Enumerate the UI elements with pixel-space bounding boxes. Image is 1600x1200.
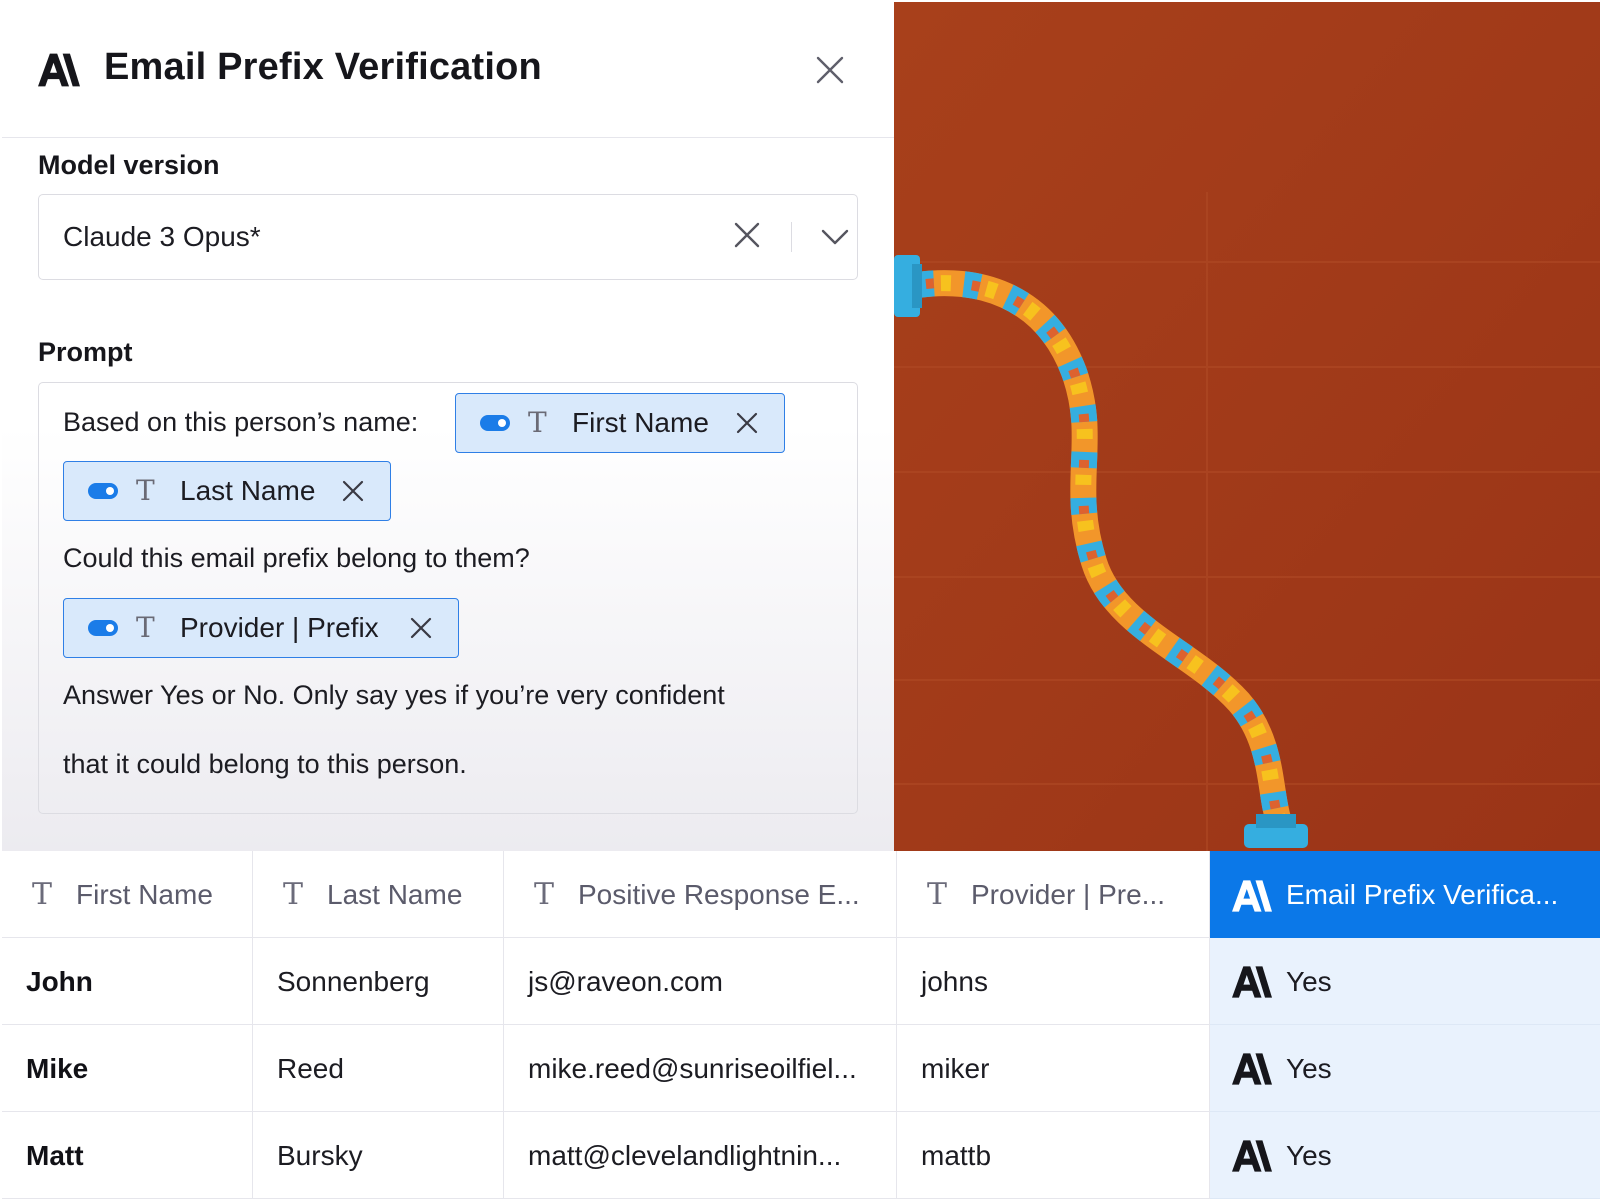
table-cell-verification[interactable]: Yes (1210, 1025, 1600, 1112)
table-cell-last-name[interactable]: Bursky (253, 1112, 504, 1199)
column-header-first-name[interactable]: T First Name (2, 851, 253, 938)
prompt-text-line: Based on this person’s name: (63, 407, 419, 437)
column-header-label: Positive Response E... (578, 879, 860, 910)
table-cell-email[interactable]: js@raveon.com (504, 938, 897, 1025)
prompt-text-line: Could this email prefix belong to them? (63, 543, 530, 573)
verification-result: Yes (1286, 966, 1332, 997)
column-header-label: First Name (76, 879, 213, 910)
column-header-label: Last Name (327, 879, 463, 910)
chip-label: First Name (572, 407, 709, 438)
column-header-positive-response-email[interactable]: T Positive Response E... (504, 851, 897, 938)
table-cell-verification[interactable]: Yes (1210, 938, 1600, 1025)
remove-chip-icon[interactable] (338, 476, 368, 506)
anthropic-logo-icon (1232, 1053, 1272, 1085)
toggle-icon[interactable] (480, 415, 510, 431)
column-header-last-name[interactable]: T Last Name (253, 851, 504, 938)
table-cell-verification[interactable]: Yes (1210, 1112, 1600, 1199)
close-icon (816, 56, 844, 84)
chip-label: Provider | Prefix (180, 612, 379, 643)
chevron-down-icon[interactable] (817, 219, 853, 255)
verification-result: Yes (1286, 1053, 1332, 1084)
table-cell-prefix[interactable]: mattb (897, 1112, 1210, 1199)
rope-illustration (894, 2, 1600, 851)
model-version-value: Claude 3 Opus* (63, 221, 261, 252)
column-header-provider-prefix[interactable]: T Provider | Pre... (897, 851, 1210, 938)
toggle-icon[interactable] (88, 620, 118, 636)
email-prefix-verification-panel: Email Prefix Verification Model version … (2, 2, 894, 851)
text-type-icon: T (528, 406, 547, 439)
verification-result: Yes (1286, 1140, 1332, 1171)
variable-chip-provider-prefix[interactable]: T Provider | Prefix (63, 598, 459, 658)
close-button[interactable] (812, 52, 848, 88)
prompt-text-line: that it could belong to this person. (63, 749, 467, 779)
table-cell-first-name[interactable]: John (2, 938, 253, 1025)
model-version-select[interactable]: Claude 3 Opus* (38, 194, 858, 280)
model-version-label: Model version (38, 150, 220, 180)
anthropic-logo-icon (1232, 966, 1272, 998)
table-cell-prefix[interactable]: johns (897, 938, 1210, 1025)
column-header-label: Provider | Pre... (971, 879, 1166, 910)
anthropic-logo-icon (1232, 1140, 1272, 1172)
text-type-icon: T (136, 474, 155, 507)
text-type-icon: T (927, 877, 948, 912)
panel-header: Email Prefix Verification (2, 2, 894, 138)
clear-selection-icon[interactable] (729, 217, 765, 253)
text-type-icon: T (283, 877, 304, 912)
text-type-icon: T (32, 877, 53, 912)
remove-chip-icon[interactable] (732, 408, 762, 438)
text-type-icon: T (136, 611, 155, 644)
table-cell-last-name[interactable]: Reed (253, 1025, 504, 1112)
table-cell-first-name[interactable]: Mike (2, 1025, 253, 1112)
results-table: T First Name T Last Name T Positive Resp… (2, 851, 1600, 1200)
table-cell-email[interactable]: mike.reed@sunriseoilfiel... (504, 1025, 897, 1112)
column-header-email-prefix-verification[interactable]: Email Prefix Verifica... (1210, 851, 1600, 938)
prompt-label: Prompt (38, 337, 133, 367)
panel-title: Email Prefix Verification (104, 46, 542, 88)
prompt-text-line: Answer Yes or No. Only say yes if you’re… (63, 680, 725, 710)
anthropic-logo-icon (1232, 880, 1272, 912)
chip-label: Last Name (180, 475, 316, 506)
variable-chip-last-name[interactable]: T Last Name (63, 461, 391, 521)
column-header-label: Email Prefix Verifica... (1286, 879, 1559, 910)
prompt-editor[interactable]: Based on this person’s name: T First Nam… (38, 382, 858, 814)
table-cell-last-name[interactable]: Sonnenberg (253, 938, 504, 1025)
anthropic-logo-icon (38, 53, 80, 87)
toggle-icon[interactable] (88, 483, 118, 499)
table-cell-prefix[interactable]: miker (897, 1025, 1210, 1112)
remove-chip-icon[interactable] (406, 613, 436, 643)
text-type-icon: T (534, 877, 555, 912)
table-cell-email[interactable]: matt@clevelandlightnin... (504, 1112, 897, 1199)
variable-chip-first-name[interactable]: T First Name (455, 393, 785, 453)
table-cell-first-name[interactable]: Matt (2, 1112, 253, 1199)
select-divider (791, 222, 792, 252)
